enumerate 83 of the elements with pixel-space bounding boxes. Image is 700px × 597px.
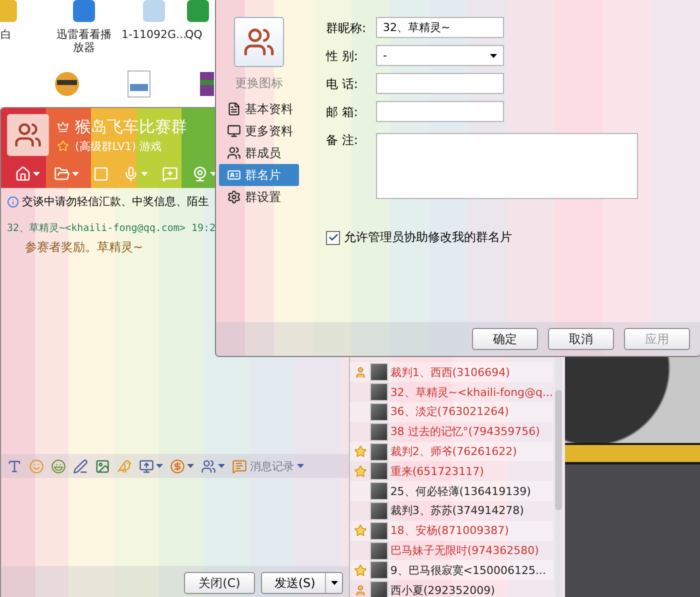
checkbox[interactable] <box>326 230 340 244</box>
star-icon <box>57 140 69 152</box>
member-name[interactable]: 32、草精灵~<khaili-fong@q... <box>390 384 553 400</box>
screen-capture-icon[interactable] <box>139 458 154 474</box>
settings-icon <box>227 190 241 204</box>
avatar-placeholder <box>370 522 388 540</box>
message-header: 32、草精灵~<khaili-fong@qq.com> 19:2 <box>7 222 217 235</box>
gender-dropdown[interactable]: - <box>376 45 504 66</box>
image-icon[interactable] <box>95 458 110 474</box>
pen-icon[interactable] <box>73 458 88 474</box>
desktop-icon-label[interactable]: 迅雷看看播放器 <box>52 28 116 54</box>
star-icon <box>354 445 367 458</box>
member-name[interactable]: 西小夏(292352009) <box>390 582 495 597</box>
member-name[interactable]: 38 过去的记忆°(794359756) <box>390 424 540 440</box>
star-icon <box>354 464 367 478</box>
send-button[interactable]: 发送(S) <box>261 572 344 594</box>
member-name[interactable]: 重来(651723117) <box>390 464 484 479</box>
avatar-placeholder <box>370 383 388 402</box>
info-icon <box>7 196 19 208</box>
avatar-placeholder <box>370 422 388 441</box>
nav-item[interactable]: 群成员 <box>219 142 299 164</box>
person-icon <box>354 366 367 379</box>
people-icon <box>227 146 241 160</box>
id-card-icon <box>227 168 241 182</box>
group-avatar[interactable] <box>234 17 284 67</box>
notice-text: 交谈中请勿轻信汇款、中奖信息、陌生 <box>22 194 209 209</box>
desktop-icon-label[interactable]: 白 <box>0 28 12 41</box>
avatar-placeholder <box>370 402 388 421</box>
microphone-icon[interactable] <box>123 166 139 182</box>
avatar-placeholder <box>370 482 388 500</box>
checkmark-icon <box>328 232 338 243</box>
history-icon[interactable] <box>232 458 247 474</box>
nav-item[interactable]: 群名片 <box>219 164 299 186</box>
crown-icon <box>57 120 69 132</box>
caret-icon[interactable] <box>490 54 497 58</box>
field-label: 备 注: <box>326 132 359 149</box>
app-icon[interactable] <box>185 0 211 24</box>
note-field[interactable] <box>376 133 638 199</box>
avatar-placeholder <box>370 363 388 382</box>
group-subtitle: (高级群LV1) 游戏 <box>75 138 162 154</box>
nav-item[interactable]: 群设置 <box>219 186 299 208</box>
monitor-icon <box>227 124 241 138</box>
home-icon[interactable] <box>15 166 31 182</box>
member-name[interactable]: 裁判3、苏苏(374914278) <box>390 503 524 518</box>
close-button[interactable]: 关闭(C) <box>184 572 256 594</box>
input-field[interactable]: 32、草精灵~ <box>376 17 504 38</box>
app-icon[interactable] <box>71 0 97 24</box>
desktop-icon-label[interactable]: 1-11092G... <box>122 28 186 41</box>
caret-icon[interactable] <box>330 581 338 585</box>
avatar-placeholder <box>370 502 388 520</box>
field-label: 邮 箱: <box>326 104 359 121</box>
nav-item[interactable]: 基本资料 <box>219 98 299 120</box>
checkbox-label: 允许管理员协助修改我的群名片 <box>344 229 512 246</box>
webcam-icon[interactable] <box>192 166 208 182</box>
desktop-icon-label[interactable]: QQ <box>185 28 202 41</box>
input-field[interactable] <box>376 73 504 94</box>
nav-item[interactable]: 更多资料 <box>219 120 299 142</box>
star-icon <box>354 524 367 538</box>
scrollbar-thumb[interactable] <box>555 390 562 510</box>
font-icon[interactable] <box>7 458 22 474</box>
group-title: 猴岛飞车比赛群 <box>75 116 187 136</box>
emoji-icon[interactable] <box>51 458 66 474</box>
document-icon <box>227 102 241 116</box>
input-field[interactable] <box>376 101 504 122</box>
field-label: 性 别: <box>326 48 359 65</box>
dialog-button[interactable]: 取消 <box>548 328 614 350</box>
avatar-placeholder <box>370 462 388 480</box>
avatar-placeholder <box>370 581 388 597</box>
dialog-button[interactable]: 确定 <box>472 328 538 350</box>
avatar-placeholder <box>370 542 388 560</box>
folder-icon[interactable] <box>54 166 70 182</box>
message-text: 参赛者奖励。草精灵~ <box>24 239 144 256</box>
avatar-placeholder <box>370 561 388 580</box>
avatar-placeholder <box>370 442 388 461</box>
star-icon <box>354 564 367 577</box>
member-name[interactable]: 巴马妹子无限吋(974362580) <box>390 543 539 558</box>
app-icon[interactable] <box>0 0 19 24</box>
coin-icon[interactable] <box>170 458 185 474</box>
person-icon <box>354 584 367 597</box>
group-avatar[interactable] <box>7 114 49 156</box>
people-icon[interactable] <box>201 458 216 474</box>
field-label: 电 话: <box>326 76 359 93</box>
field-label: 群昵称: <box>326 20 368 37</box>
